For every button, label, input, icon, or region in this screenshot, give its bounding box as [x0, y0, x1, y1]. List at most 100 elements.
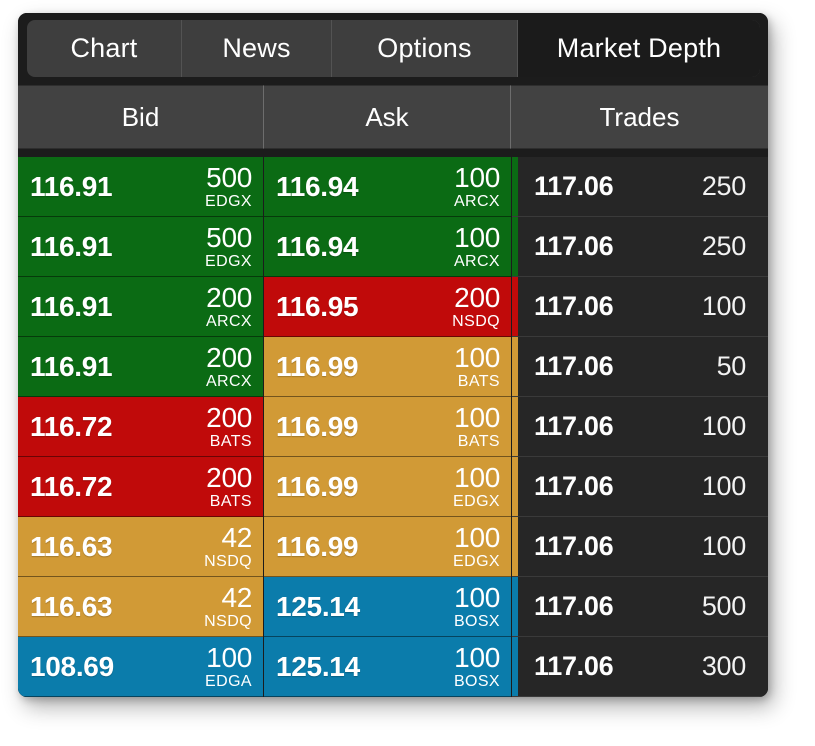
bid-row[interactable]: 116.91 500 EDGX: [18, 217, 263, 277]
bid-venue: EDGX: [205, 192, 252, 210]
ask-row[interactable]: 116.99 100 EDGX: [264, 517, 511, 577]
ask-price: 116.99: [276, 470, 359, 502]
trade-price: 117.06: [534, 471, 614, 501]
ask-row[interactable]: 125.14 100 BOSX: [264, 637, 511, 697]
trade-row[interactable]: 117.06 250: [512, 217, 768, 277]
bid-size: 200: [206, 461, 252, 493]
tab-market-depth[interactable]: Market Depth: [518, 20, 760, 77]
bid-size: 200: [206, 401, 252, 433]
ask-price: 116.99: [276, 350, 359, 382]
ask-size: 100: [454, 221, 500, 253]
tab-chart[interactable]: Chart: [27, 20, 182, 77]
bid-venue: NSDQ: [204, 612, 252, 630]
ask-price: 116.94: [276, 230, 359, 262]
trade-row[interactable]: 117.06 100: [512, 517, 768, 577]
ask-row[interactable]: 116.94 100 ARCX: [264, 217, 511, 277]
bid-size-venue: 42 NSDQ: [204, 523, 252, 570]
bid-price: 108.69: [30, 650, 114, 682]
ask-row[interactable]: 116.94 100 ARCX: [264, 157, 511, 217]
ask-size: 100: [454, 401, 500, 433]
ask-size-venue: 100 BOSX: [453, 581, 500, 630]
ask-venue: BOSX: [453, 612, 500, 630]
bid-venue: EDGX: [205, 252, 252, 270]
bid-size-venue: 200 ARCX: [205, 341, 252, 390]
trade-row[interactable]: 117.06 100: [512, 277, 768, 337]
ask-size: 100: [454, 581, 500, 613]
bid-row[interactable]: 116.91 500 EDGX: [18, 157, 263, 217]
trade-side-indicator: [512, 517, 518, 576]
trades-column: 117.06 250 117.06 250 117.06 100 117.06 50 117.0…: [512, 149, 768, 697]
ask-size-venue: 100 EDGX: [453, 461, 500, 510]
trade-row[interactable]: 117.06 100: [512, 397, 768, 457]
trade-side-indicator: [512, 337, 518, 396]
bid-row[interactable]: 116.72 200 BATS: [18, 397, 263, 457]
bid-price: 116.63: [30, 590, 113, 622]
tab-label: Chart: [70, 33, 138, 63]
trade-row[interactable]: 117.06 50: [512, 337, 768, 397]
trade-side-indicator: [512, 277, 518, 336]
market-depth-panel: Chart News Options Market Depth Bid Ask Tra…: [18, 13, 768, 697]
bid-price: 116.91: [30, 230, 113, 262]
trade-side-indicator: [512, 577, 518, 636]
bid-row[interactable]: 116.63 42 NSDQ: [18, 577, 263, 637]
trade-price: 117.06: [534, 171, 614, 201]
bid-row[interactable]: 116.91 200 ARCX: [18, 337, 263, 397]
trade-price: 117.06: [534, 291, 614, 321]
trade-size: 250: [701, 231, 746, 261]
ask-price: 116.95: [276, 290, 359, 322]
tab-news[interactable]: News: [182, 20, 332, 77]
tab-options[interactable]: Options: [332, 20, 518, 77]
ask-size-venue: 100 BATS: [454, 401, 500, 450]
bid-row[interactable]: 116.63 42 NSDQ: [18, 517, 263, 577]
ask-size: 100: [454, 461, 500, 493]
bid-size-venue: 500 EDGX: [205, 163, 252, 210]
ask-venue: NSDQ: [452, 312, 500, 330]
bid-price: 116.72: [30, 410, 113, 442]
ask-size-venue: 100 ARCX: [453, 221, 500, 270]
ask-row[interactable]: 116.99 100 BATS: [264, 337, 511, 397]
trade-row[interactable]: 117.06 250: [512, 157, 768, 217]
bid-row[interactable]: 116.91 200 ARCX: [18, 277, 263, 337]
ask-size: 100: [454, 341, 500, 373]
tab-label: Market Depth: [556, 33, 722, 63]
bid-venue: ARCX: [205, 372, 252, 390]
tab-label: News: [222, 33, 291, 63]
ask-venue: BOSX: [453, 672, 500, 690]
bid-size: 500: [206, 221, 252, 253]
bid-size-venue: 200 BATS: [206, 401, 252, 450]
ask-row[interactable]: 116.95 200 NSDQ: [264, 277, 511, 337]
trade-size: 100: [701, 411, 746, 441]
column-header-ask[interactable]: Ask: [263, 85, 510, 149]
trade-size: 300: [701, 651, 746, 681]
ask-size-venue: 200 NSDQ: [452, 283, 500, 330]
ask-row[interactable]: 116.99 100 EDGX: [264, 457, 511, 517]
ask-venue: EDGX: [453, 492, 500, 510]
bid-venue: BATS: [209, 492, 252, 510]
bid-size: 200: [206, 341, 252, 373]
ask-row[interactable]: 125.14 100 BOSX: [264, 577, 511, 637]
bid-venue: ARCX: [205, 312, 252, 330]
trade-row[interactable]: 117.06 100: [512, 457, 768, 517]
ask-venue: BATS: [457, 372, 500, 390]
trade-price: 117.06: [534, 531, 614, 561]
bid-venue: BATS: [209, 432, 252, 450]
trade-side-indicator: [512, 217, 518, 276]
bid-row[interactable]: 108.69 100 EDGA: [18, 637, 263, 697]
bid-price: 116.72: [30, 470, 113, 502]
column-header-bid[interactable]: Bid: [18, 85, 263, 149]
tab-bar: Chart News Options Market Depth: [18, 13, 768, 85]
bid-size-venue: 500 EDGX: [205, 221, 252, 270]
column-header-trades[interactable]: Trades: [510, 85, 768, 149]
trade-side-indicator: [512, 637, 518, 696]
bid-size-venue: 200 BATS: [206, 461, 252, 510]
ask-row[interactable]: 116.99 100 BATS: [264, 397, 511, 457]
trade-row[interactable]: 117.06 300: [512, 637, 768, 697]
ask-price: 125.14: [276, 590, 360, 622]
trade-price: 117.06: [534, 351, 614, 381]
bid-size: 42: [221, 581, 252, 613]
depth-grid: 116.91 500 EDGX 116.91 500 EDGX 116.91 200 ARCX 1…: [18, 149, 768, 697]
bid-row[interactable]: 116.72 200 BATS: [18, 457, 263, 517]
trade-row[interactable]: 117.06 500: [512, 577, 768, 637]
trade-side-indicator: [512, 457, 518, 516]
ask-venue: ARCX: [453, 252, 500, 270]
